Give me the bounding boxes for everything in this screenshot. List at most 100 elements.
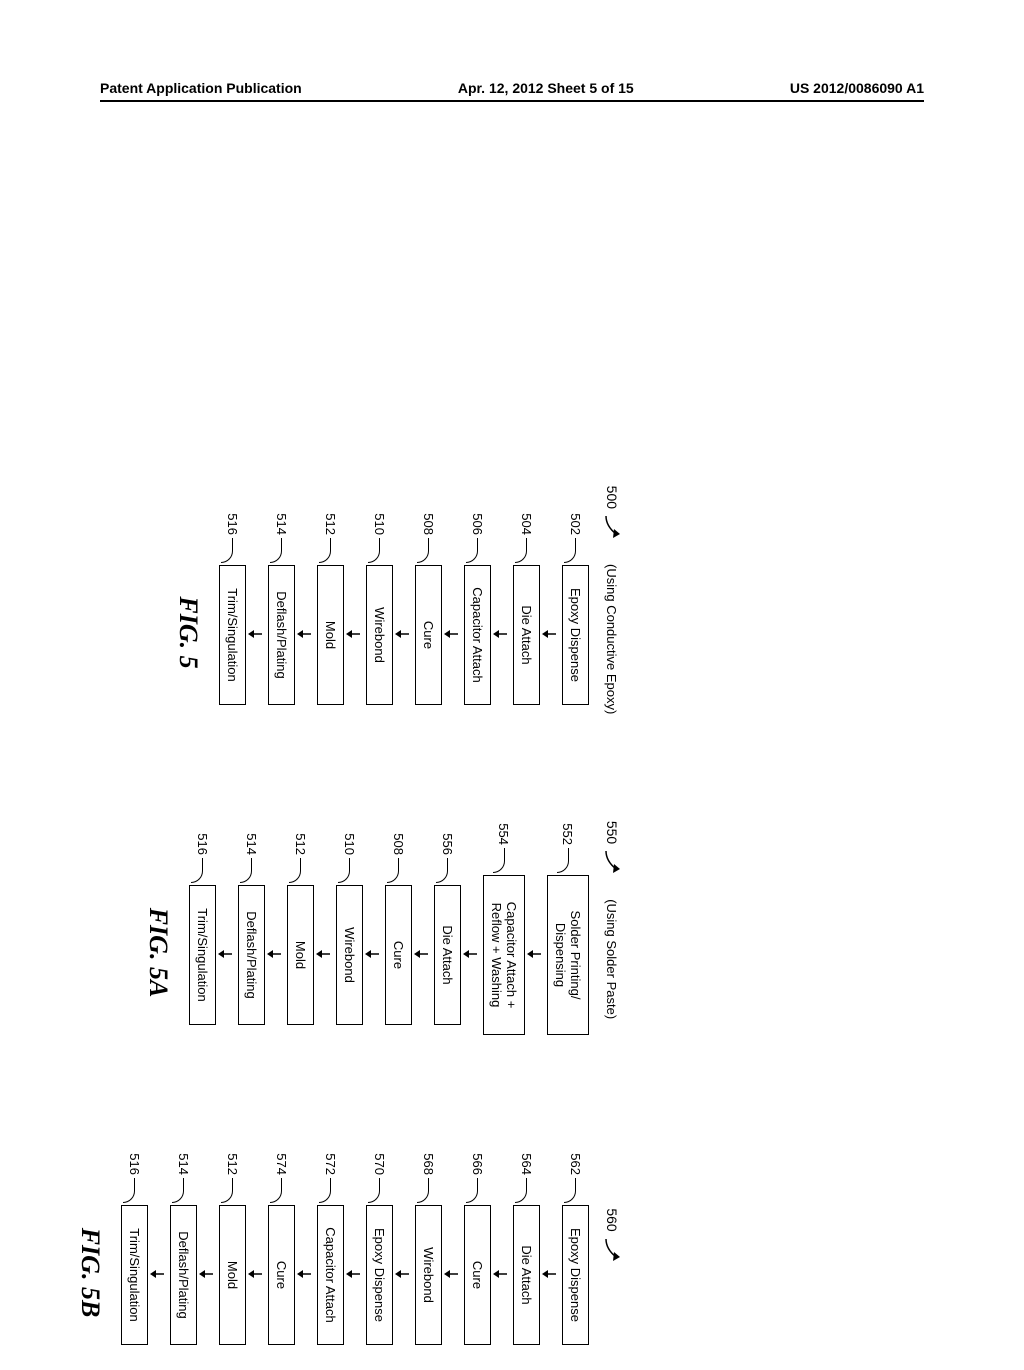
step-ref: 514 xyxy=(274,495,289,535)
flowchart-550: 550(Using Solder Paste)552Solder Printin… xyxy=(75,790,622,1050)
flowchart-ref: 550 xyxy=(604,821,620,844)
step-row: 514 Deflash/Plating xyxy=(268,495,295,705)
arrow-down-icon xyxy=(297,628,311,640)
step-connector xyxy=(339,858,351,883)
flowchart-header: 560 xyxy=(604,1208,622,1271)
arrow-down-icon xyxy=(248,1268,262,1280)
step-ref: 516 xyxy=(127,1135,142,1175)
step-box: Deflash/Plating xyxy=(170,1205,197,1345)
flowchart-header: 500(Using Conductive Epoxy) xyxy=(604,486,622,715)
arrow-down-icon xyxy=(346,1268,360,1280)
step-connector xyxy=(467,1178,479,1203)
step-row: 514Deflash/Plating xyxy=(238,815,265,1025)
step-box: Mold xyxy=(317,565,344,705)
step-ref: 564 xyxy=(519,1135,534,1175)
step-row: 506Capacitor Attach xyxy=(464,495,491,705)
step-row: 510 Wirebond xyxy=(336,815,363,1025)
step-box: Epoxy Dispense xyxy=(366,1205,393,1345)
step-row: 564 Die Attach xyxy=(513,1135,540,1345)
step-connector xyxy=(192,858,204,883)
step-ref: 568 xyxy=(421,1135,436,1175)
step-box: Cure xyxy=(464,1205,491,1345)
step-box: Epoxy Dispense xyxy=(562,1205,589,1345)
step-ref: 514 xyxy=(244,815,259,855)
step-ref: 552 xyxy=(561,805,576,845)
arrow-down-icon xyxy=(199,1268,213,1280)
step-ref: 516 xyxy=(225,495,240,535)
arrow-down-icon xyxy=(365,948,379,960)
step-row: 552 Solder Printing/Dispensing xyxy=(547,805,589,1035)
step-ref: 502 xyxy=(568,495,583,535)
step-row: 566 Cure xyxy=(464,1135,491,1345)
step-row: 508 Cure xyxy=(385,815,412,1025)
step-ref: 508 xyxy=(391,815,406,855)
step-row: 568 Wirebond xyxy=(415,1135,442,1345)
step-box: Trim/Singulation xyxy=(219,565,246,705)
step-connector xyxy=(565,538,577,563)
arrow-down-icon xyxy=(493,628,507,640)
step-connector xyxy=(290,858,302,883)
header-right: US 2012/0086090 A1 xyxy=(790,80,924,96)
step-connector xyxy=(565,1178,577,1203)
step-ref: 514 xyxy=(176,1135,191,1175)
step-box: Die Attach xyxy=(513,1205,540,1345)
step-connector xyxy=(271,1178,283,1203)
step-box: Cure xyxy=(268,1205,295,1345)
step-row: 512Mold xyxy=(287,815,314,1025)
step-row: 514 Deflash/Plating xyxy=(170,1135,197,1345)
step-row: 502Epoxy Dispense xyxy=(562,495,589,705)
step-connector xyxy=(557,848,569,873)
step-connector xyxy=(418,1178,430,1203)
step-row: 512 Mold xyxy=(219,1135,246,1345)
step-connector xyxy=(437,858,449,883)
arrow-down-icon xyxy=(542,1268,556,1280)
step-ref: 566 xyxy=(470,1135,485,1175)
step-box: Mold xyxy=(219,1205,246,1345)
step-connector xyxy=(418,538,430,563)
step-row: 508Cure xyxy=(415,495,442,705)
step-connector xyxy=(388,858,400,883)
step-box: Deflash/Plating xyxy=(268,565,295,705)
header-left: Patent Application Publication xyxy=(100,80,302,96)
step-box: Wirebond xyxy=(336,885,363,1025)
step-box: Solder Printing/Dispensing xyxy=(547,875,589,1035)
arrow-down-icon xyxy=(218,948,232,960)
header-divider xyxy=(100,100,924,102)
step-connector xyxy=(173,1178,185,1203)
step-box: Wirebond xyxy=(415,1205,442,1345)
arrow-down-icon xyxy=(346,628,360,640)
step-box: Capacitor Attach +Reflow + Washing xyxy=(483,875,525,1035)
arrow-down-icon xyxy=(414,948,428,960)
flowchart-subtitle: (Using Conductive Epoxy) xyxy=(604,564,619,714)
step-row: 574Cure xyxy=(268,1135,295,1345)
step-connector xyxy=(320,1178,332,1203)
arrow-down-icon xyxy=(463,948,477,960)
step-box: Cure xyxy=(385,885,412,1025)
step-ref: 512 xyxy=(293,815,308,855)
flowchart-500: 500(Using Conductive Epoxy) 502Epoxy Disp… xyxy=(75,470,622,730)
arrow-down-icon xyxy=(542,628,556,640)
step-row: 562Epoxy Dispense xyxy=(562,1135,589,1345)
step-ref: 554 xyxy=(497,805,512,845)
step-connector xyxy=(467,538,479,563)
step-ref: 512 xyxy=(225,1135,240,1175)
arrow-down-icon xyxy=(493,1268,507,1280)
arrow-down-icon xyxy=(395,1268,409,1280)
step-ref: 504 xyxy=(519,495,534,535)
step-connector xyxy=(222,1178,234,1203)
step-box: Wirebond xyxy=(366,565,393,705)
step-row: 516 Trim/Singulation xyxy=(219,495,246,705)
step-box: Capacitor Attach xyxy=(317,1205,344,1345)
step-row: 570Epoxy Dispense xyxy=(366,1135,393,1345)
step-box: Cure xyxy=(415,565,442,705)
step-ref: 556 xyxy=(440,815,455,855)
step-connector xyxy=(369,538,381,563)
step-ref: 510 xyxy=(342,815,357,855)
figure-label: FIG. 5 xyxy=(173,596,203,668)
curved-arrow-icon xyxy=(604,849,622,884)
step-box: Die Attach xyxy=(513,565,540,705)
step-connector xyxy=(516,1178,528,1203)
arrow-down-icon xyxy=(395,628,409,640)
figure-label: FIG. 5B xyxy=(75,1228,105,1318)
step-connector xyxy=(241,858,253,883)
